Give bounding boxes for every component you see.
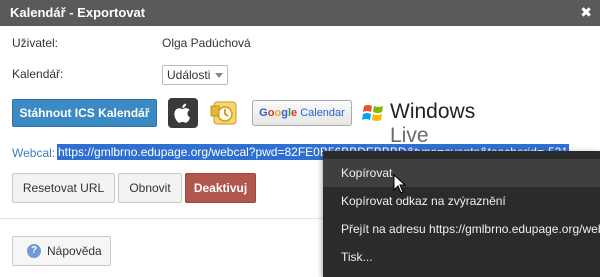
google-calendar-logo: Google [259,107,298,119]
context-menu-item-go-to-address[interactable]: Přejít na adresu https://gmlbrno.edupage… [323,215,600,243]
close-icon[interactable]: ✖ [580,4,592,20]
context-menu-item-copy[interactable]: Kopírovat [323,159,600,187]
context-menu-item-copy-link[interactable]: Kopírovat odkaz na zvýraznění [323,187,600,215]
calendar-select-value: Události [167,68,211,82]
windows-live-label: Windows Live [390,100,476,147]
help-label: Nápověda [47,244,102,258]
google-calendar-button[interactable]: Google Calendar [252,100,352,126]
dialog-titlebar: Kalendář - Exportovat ✖ [0,0,600,26]
chevron-down-icon [215,73,223,78]
mouse-cursor-icon [393,174,407,194]
windows-flag-icon [362,105,383,121]
google-calendar-label: Calendar [300,107,345,119]
help-button[interactable]: ? Nápověda [12,236,111,266]
download-ics-button[interactable]: Stáhnout ICS Kalendář [12,99,157,127]
dialog-title: Kalendář - Exportovat [10,5,146,20]
webcal-label: Webcal: [12,146,56,160]
refresh-button[interactable]: Obnovit [118,173,182,203]
context-menu: Kopírovat Kopírovat odkaz na zvýraznění … [323,151,600,277]
deactivate-button[interactable]: Deaktivuj [185,173,256,203]
calendar-select[interactable]: Události [162,65,228,85]
outlook-icon[interactable] [209,98,241,128]
user-label: Uživatel: [12,36,59,50]
reset-url-button[interactable]: Resetovat URL [12,173,115,203]
help-icon: ? [27,244,41,258]
context-menu-item-print[interactable]: Tisk... [323,243,600,271]
user-value: Olga Padúchová [162,36,251,50]
windows-live-button[interactable]: Windows Live [362,98,502,147]
apple-icon[interactable] [168,98,198,128]
calendar-label: Kalendář: [12,67,64,81]
